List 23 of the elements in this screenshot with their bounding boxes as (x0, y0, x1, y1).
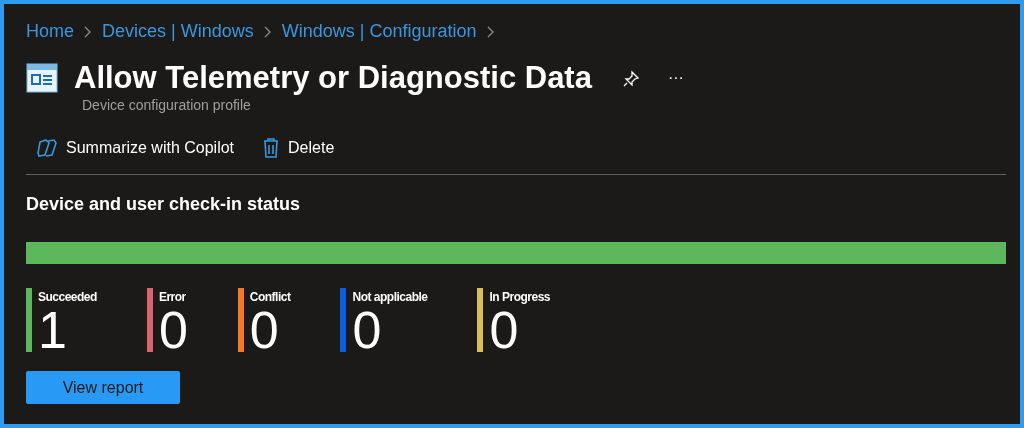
trash-icon (262, 137, 281, 160)
status-count: 0 (158, 306, 188, 356)
status-label: Conflict (249, 289, 291, 307)
summarize-button[interactable]: Summarize with Copilot (30, 132, 241, 165)
status-count: 0 (249, 306, 280, 356)
status-count: 0 (352, 306, 382, 356)
status-label: Not applicable (352, 289, 428, 307)
copilot-icon (36, 138, 58, 159)
more-button[interactable]: ··· (661, 66, 690, 91)
status-label: Error (158, 289, 187, 307)
status-count: 1 (38, 306, 68, 356)
view-report-button[interactable]: View report (26, 371, 180, 405)
breadcrumb-link[interactable]: Home (26, 18, 74, 45)
breadcrumb-link[interactable]: Devices | Windows (102, 18, 254, 45)
page-title: Allow Telemetry or Diagnostic Data (74, 61, 592, 96)
profile-icon (26, 63, 58, 94)
status-count: 0 (489, 306, 519, 356)
status-label: In Progress (489, 289, 550, 307)
delete-button[interactable]: Delete (256, 132, 341, 165)
subtitle: Device configuration profile (82, 96, 252, 116)
breadcrumb-link[interactable]: Windows | Configuration (281, 18, 477, 45)
status-label: Succeeded (38, 289, 97, 307)
section-title: Device and user check-in status (26, 193, 302, 217)
